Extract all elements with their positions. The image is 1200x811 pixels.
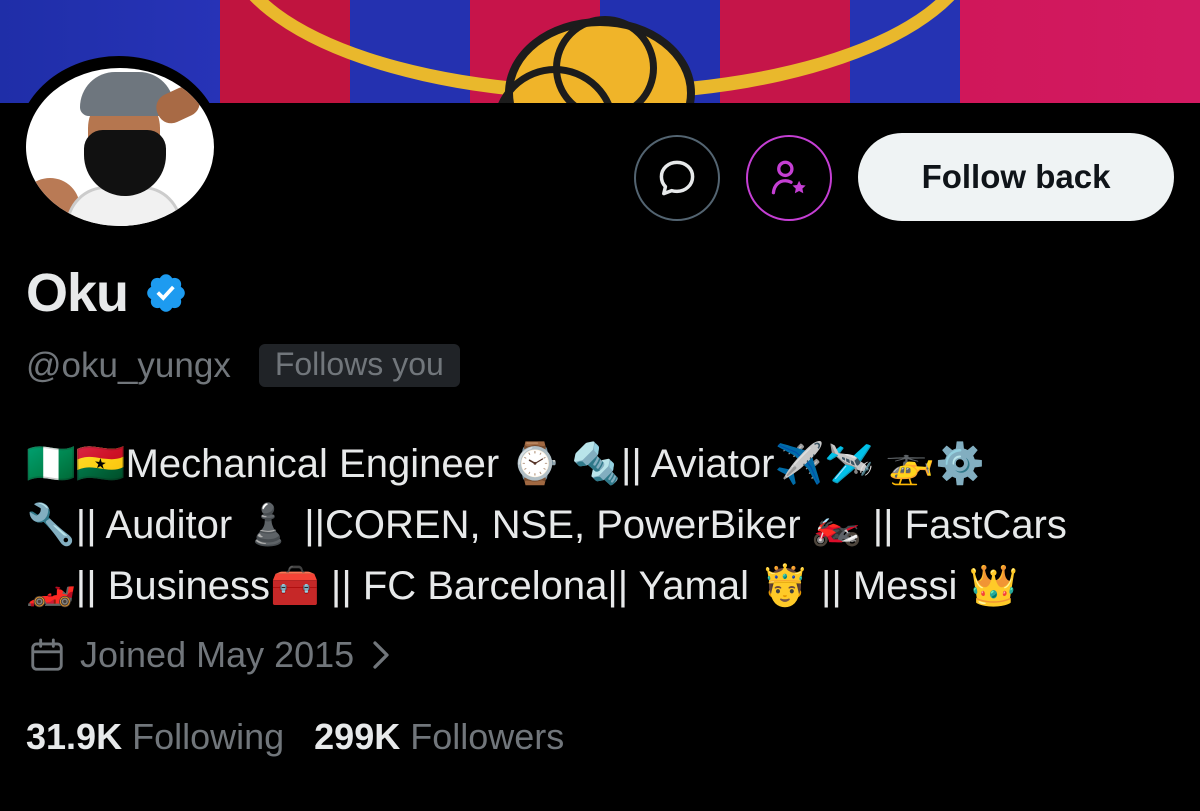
- followers-link[interactable]: 299K Followers: [314, 716, 564, 758]
- follow-back-button[interactable]: Follow back: [858, 133, 1174, 221]
- verified-badge-icon[interactable]: [144, 271, 188, 315]
- avatar[interactable]: [26, 68, 214, 226]
- person-star-icon: [771, 160, 806, 195]
- following-link[interactable]: 31.9K Following: [26, 716, 284, 758]
- joined-date: Joined May 2015: [80, 634, 355, 675]
- follow-counts: 31.9K Following 299K Followers: [26, 716, 564, 758]
- bio-line: 🇳🇬🇬🇭Mechanical Engineer ⌚ 🔩|| Aviator✈️🛩…: [26, 442, 985, 486]
- bio-line: 🔧|| Auditor ♟️ ||COREN, NSE, PowerBiker …: [26, 503, 1067, 547]
- display-name: Oku: [26, 263, 129, 323]
- message-bubble-icon: [659, 160, 695, 196]
- bio-line: 🏎️|| Business🧰 || FC Barcelona|| Yamal 🤴…: [26, 564, 1019, 608]
- profile-bio: 🇳🇬🇬🇭Mechanical Engineer ⌚ 🔩|| Aviator✈️🛩…: [26, 434, 1176, 617]
- message-button[interactable]: [634, 135, 720, 221]
- profile-name-row: Oku: [26, 262, 188, 324]
- calendar-icon: [31, 638, 63, 671]
- following-count: 31.9K: [26, 716, 123, 757]
- user-handle: @oku_yungx: [26, 345, 231, 385]
- chevron-right-icon: [373, 641, 389, 669]
- followers-count: 299K: [314, 716, 401, 757]
- followers-label: Followers: [410, 716, 565, 757]
- follows-you-badge: Follows you: [258, 344, 460, 387]
- following-label: Following: [132, 716, 285, 757]
- subscribe-button[interactable]: [746, 135, 832, 221]
- joined-date-row[interactable]: Joined May 2015: [28, 634, 392, 676]
- handle-row: @oku_yungx Follows you: [26, 344, 460, 387]
